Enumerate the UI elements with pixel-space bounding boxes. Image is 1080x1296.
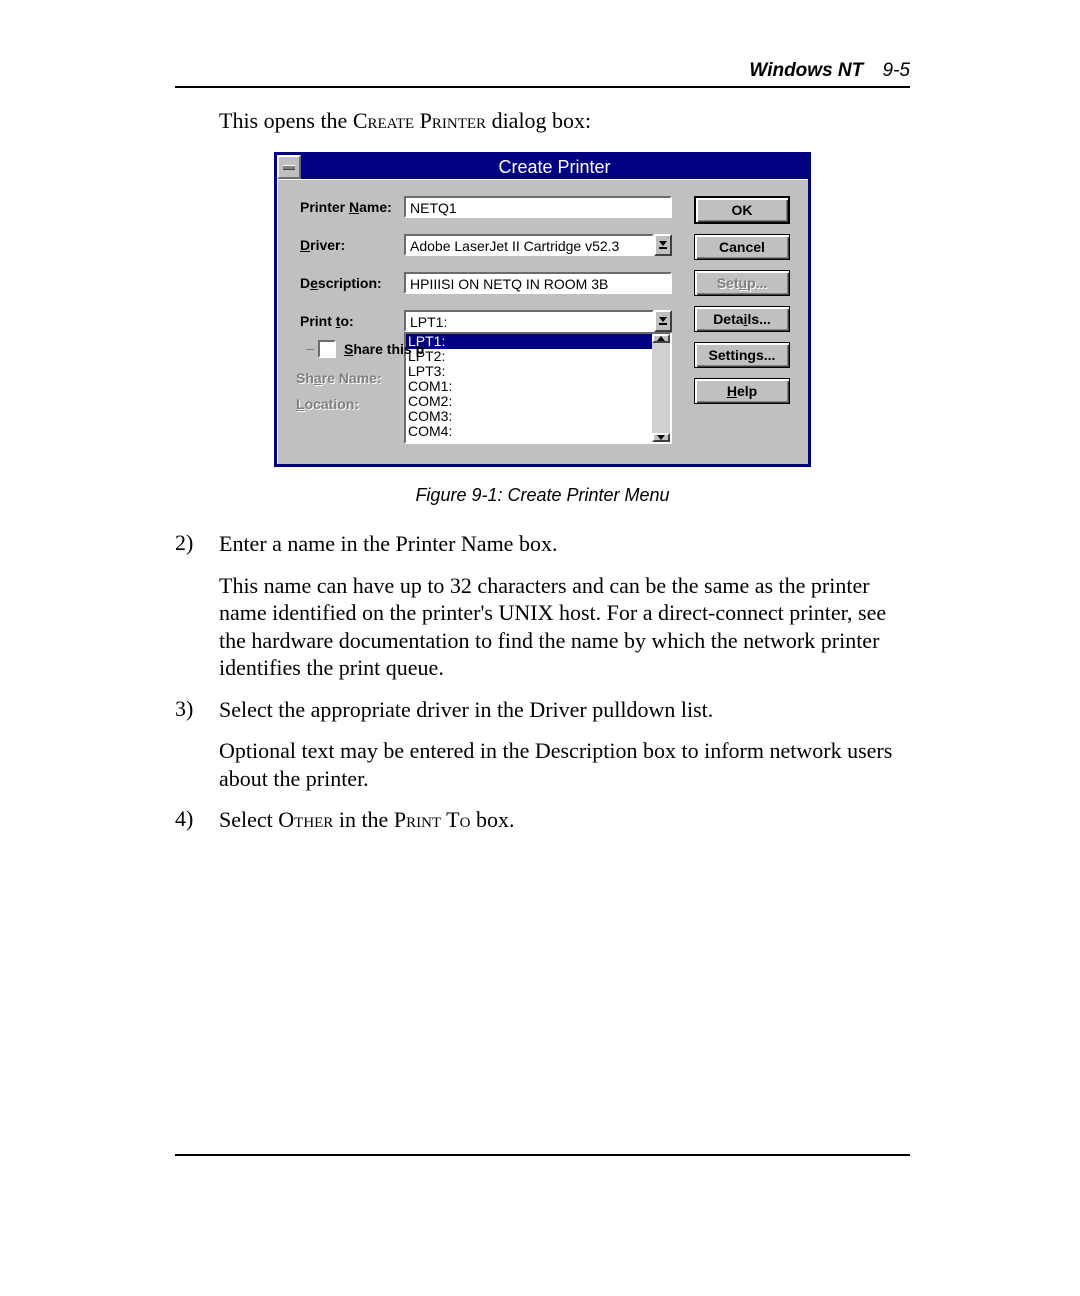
arrow-down-icon[interactable] [652, 433, 670, 442]
chevron-down-icon[interactable] [654, 310, 672, 332]
header-page: 9-5 [869, 60, 910, 81]
step-list: Enter a name in the Printer Name box. Th… [175, 530, 910, 834]
share-this-checkbox[interactable] [318, 340, 336, 358]
setup-button: Setup... [694, 270, 790, 296]
print-to-label: Print to: [300, 313, 404, 329]
list-item[interactable]: LPT3: [406, 364, 652, 379]
chevron-down-icon[interactable] [654, 234, 672, 256]
title-bar: Create Printer [277, 155, 808, 179]
driver-combo[interactable]: Adobe LaserJet II Cartridge v52.3 [404, 234, 672, 256]
list-item[interactable]: COM1: [406, 379, 652, 394]
printer-name-input[interactable]: NETQ1 [404, 196, 672, 218]
ok-button[interactable]: OK [694, 196, 790, 224]
description-label: Description: [300, 275, 404, 291]
running-header: Windows NT 9-5 [175, 60, 910, 88]
printer-name-label: Printer Name: [300, 199, 404, 215]
intro-text: This opens the Create Printer dialog box… [219, 108, 910, 134]
figure-caption: Figure 9-1: Create Printer Menu [175, 485, 910, 506]
driver-label: Driver: [300, 237, 404, 253]
print-to-combo[interactable]: LPT1: [404, 310, 672, 332]
share-this-label: Share this p [344, 341, 424, 357]
system-menu-icon[interactable] [277, 155, 301, 179]
list-item[interactable]: LPT2: [406, 349, 652, 364]
share-name-label: Share Name: [296, 370, 400, 386]
help-button[interactable]: Help [694, 378, 790, 404]
arrow-up-icon[interactable] [652, 334, 670, 343]
list-item[interactable]: COM2: [406, 394, 652, 409]
header-title: Windows NT [749, 60, 863, 81]
details-button[interactable]: Details... [694, 306, 790, 332]
list-item[interactable]: LPT1: [406, 334, 652, 349]
dialog-title: Create Printer [301, 155, 808, 179]
description-input[interactable]: HPIIISI ON NETQ IN ROOM 3B [404, 272, 672, 294]
print-to-listbox[interactable]: LPT1: LPT2: LPT3: COM1: COM2: COM3: COM4… [404, 332, 672, 444]
location-label: Location: [296, 396, 400, 412]
create-printer-dialog: Create Printer Printer Name: NETQ1 Drive… [274, 152, 811, 467]
step-3: Select the appropriate driver in the Dri… [175, 696, 910, 793]
step-2: Enter a name in the Printer Name box. Th… [175, 530, 910, 682]
scrollbar[interactable] [652, 334, 670, 442]
step-4: Select Other in the Print To box. [175, 806, 910, 834]
list-item[interactable]: COM4: [406, 424, 652, 439]
settings-button[interactable]: Settings... [694, 342, 790, 368]
list-item[interactable]: COM3: [406, 409, 652, 424]
cancel-button[interactable]: Cancel [694, 234, 790, 260]
footer-rule [175, 1154, 910, 1156]
